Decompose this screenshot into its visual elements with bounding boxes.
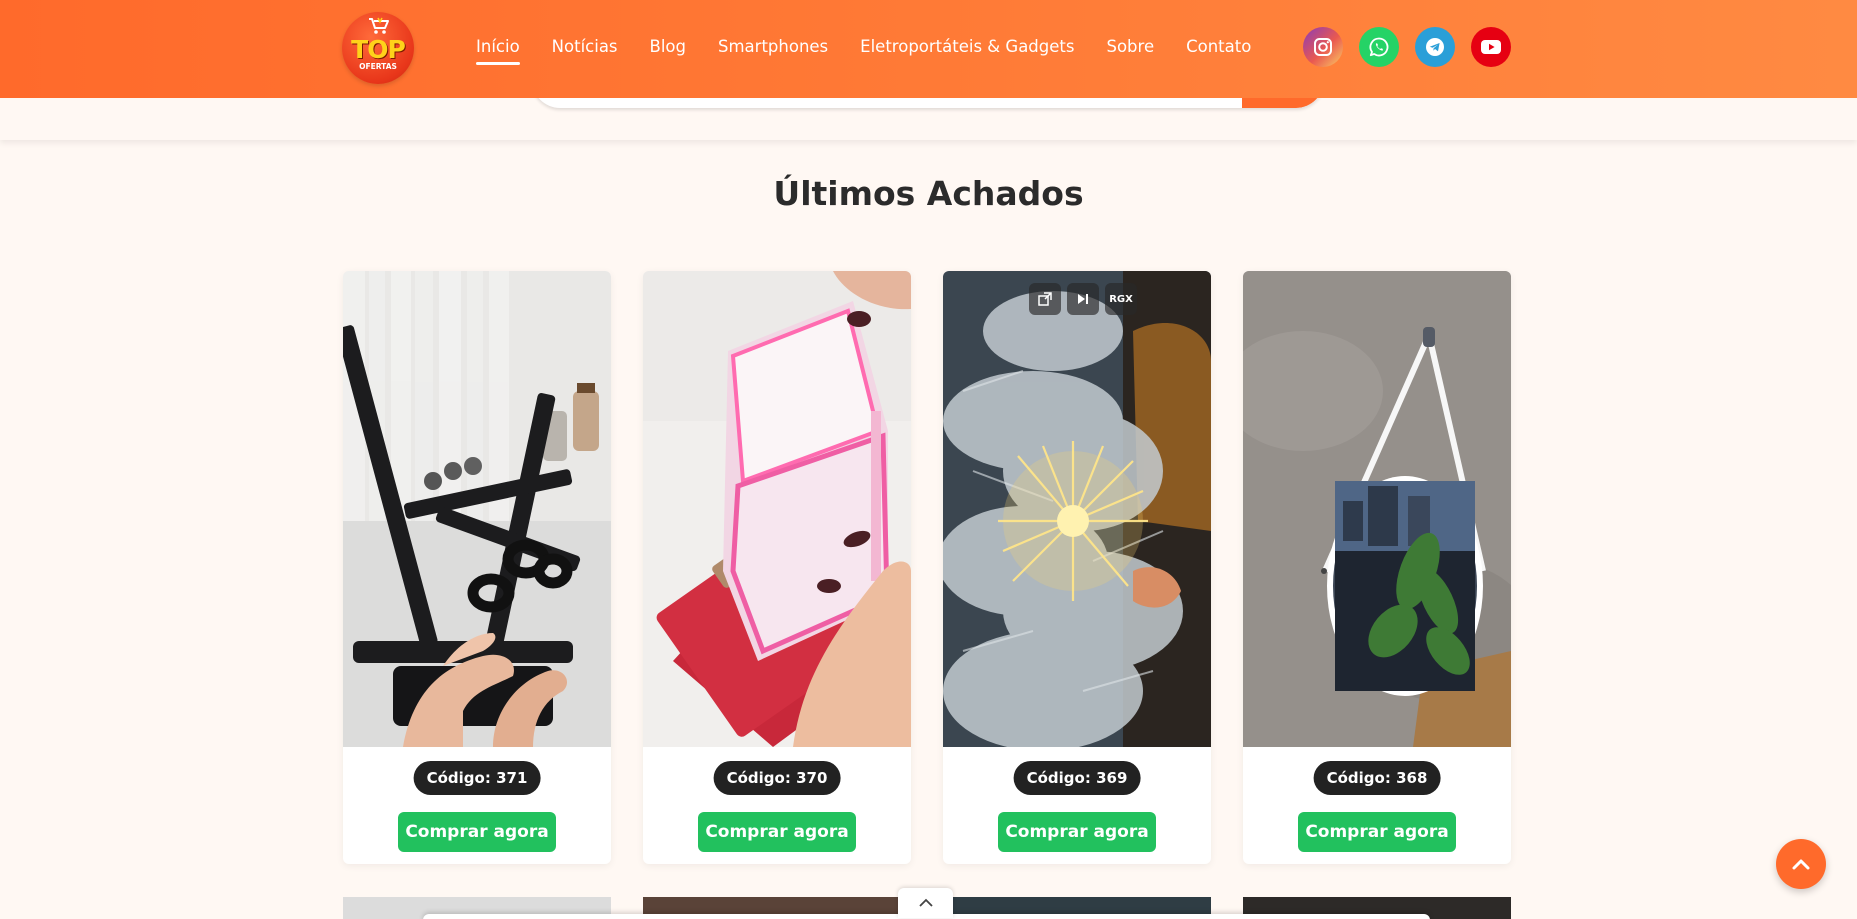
nav-link-inicio[interactable]: Início: [476, 36, 520, 65]
product-code-badge: Código: 368: [1313, 761, 1441, 795]
product-card: Código: 370 Comprar agora: [643, 271, 911, 864]
product-code-badge: Código: 370: [713, 761, 841, 795]
telegram-button[interactable]: [1415, 27, 1455, 67]
nav-link-smartphones[interactable]: Smartphones: [718, 36, 828, 58]
whatsapp-icon: [1369, 37, 1389, 57]
product-card: RGX Código: 369 Comprar agora: [943, 271, 1211, 864]
logo-subtext: OFERTAS: [359, 62, 397, 72]
buy-now-button[interactable]: Comprar agora: [1298, 812, 1456, 852]
telegram-icon: [1426, 38, 1444, 56]
youtube-button[interactable]: [1471, 27, 1511, 67]
product-image[interactable]: [343, 271, 611, 747]
instagram-button[interactable]: [1303, 27, 1343, 67]
nav-link-sobre[interactable]: Sobre: [1106, 36, 1154, 58]
buy-now-button[interactable]: Comprar agora: [398, 812, 556, 852]
product-image[interactable]: [643, 271, 911, 747]
product-card: Código: 368 Comprar agora: [1243, 271, 1511, 864]
nav-link-blog[interactable]: Blog: [650, 36, 686, 58]
popout-icon[interactable]: [1029, 283, 1061, 315]
chevron-up-icon: [1792, 859, 1810, 870]
chevron-up-icon: [918, 898, 933, 907]
bottom-panel-toggle[interactable]: [898, 888, 953, 918]
buy-now-button[interactable]: Comprar agora: [698, 812, 856, 852]
nav-link-noticias[interactable]: Notícias: [552, 36, 618, 58]
video-controls: RGX: [1029, 283, 1137, 315]
skip-icon[interactable]: [1067, 283, 1099, 315]
cart-icon: [369, 17, 389, 34]
section-title: Últimos Achados: [773, 174, 1084, 213]
main-nav: Início Notícias Blog Smartphones Eletrop…: [476, 36, 1283, 65]
product-code-badge: Código: 371: [413, 761, 541, 795]
instagram-icon: [1314, 38, 1332, 56]
product-image[interactable]: [1243, 271, 1511, 747]
rgx-label[interactable]: RGX: [1105, 283, 1137, 315]
product-card: Código: 371 Comprar agora: [343, 271, 611, 864]
social-links: [1303, 27, 1511, 67]
nav-link-eletroportateis[interactable]: Eletroportáteis & Gadgets: [860, 36, 1074, 58]
site-logo[interactable]: TOP OFERTAS: [342, 12, 414, 84]
scroll-to-top-button[interactable]: [1776, 839, 1826, 889]
nav-link-contato[interactable]: Contato: [1186, 36, 1251, 58]
product-code-badge: Código: 369: [1013, 761, 1141, 795]
logo-text: TOP: [351, 35, 406, 65]
whatsapp-button[interactable]: [1359, 27, 1399, 67]
buy-now-button[interactable]: Comprar agora: [998, 812, 1156, 852]
product-image[interactable]: RGX: [943, 271, 1211, 747]
youtube-icon: [1481, 40, 1501, 54]
site-header: TOP OFERTAS Início Notícias Blog Smartph…: [0, 0, 1857, 98]
